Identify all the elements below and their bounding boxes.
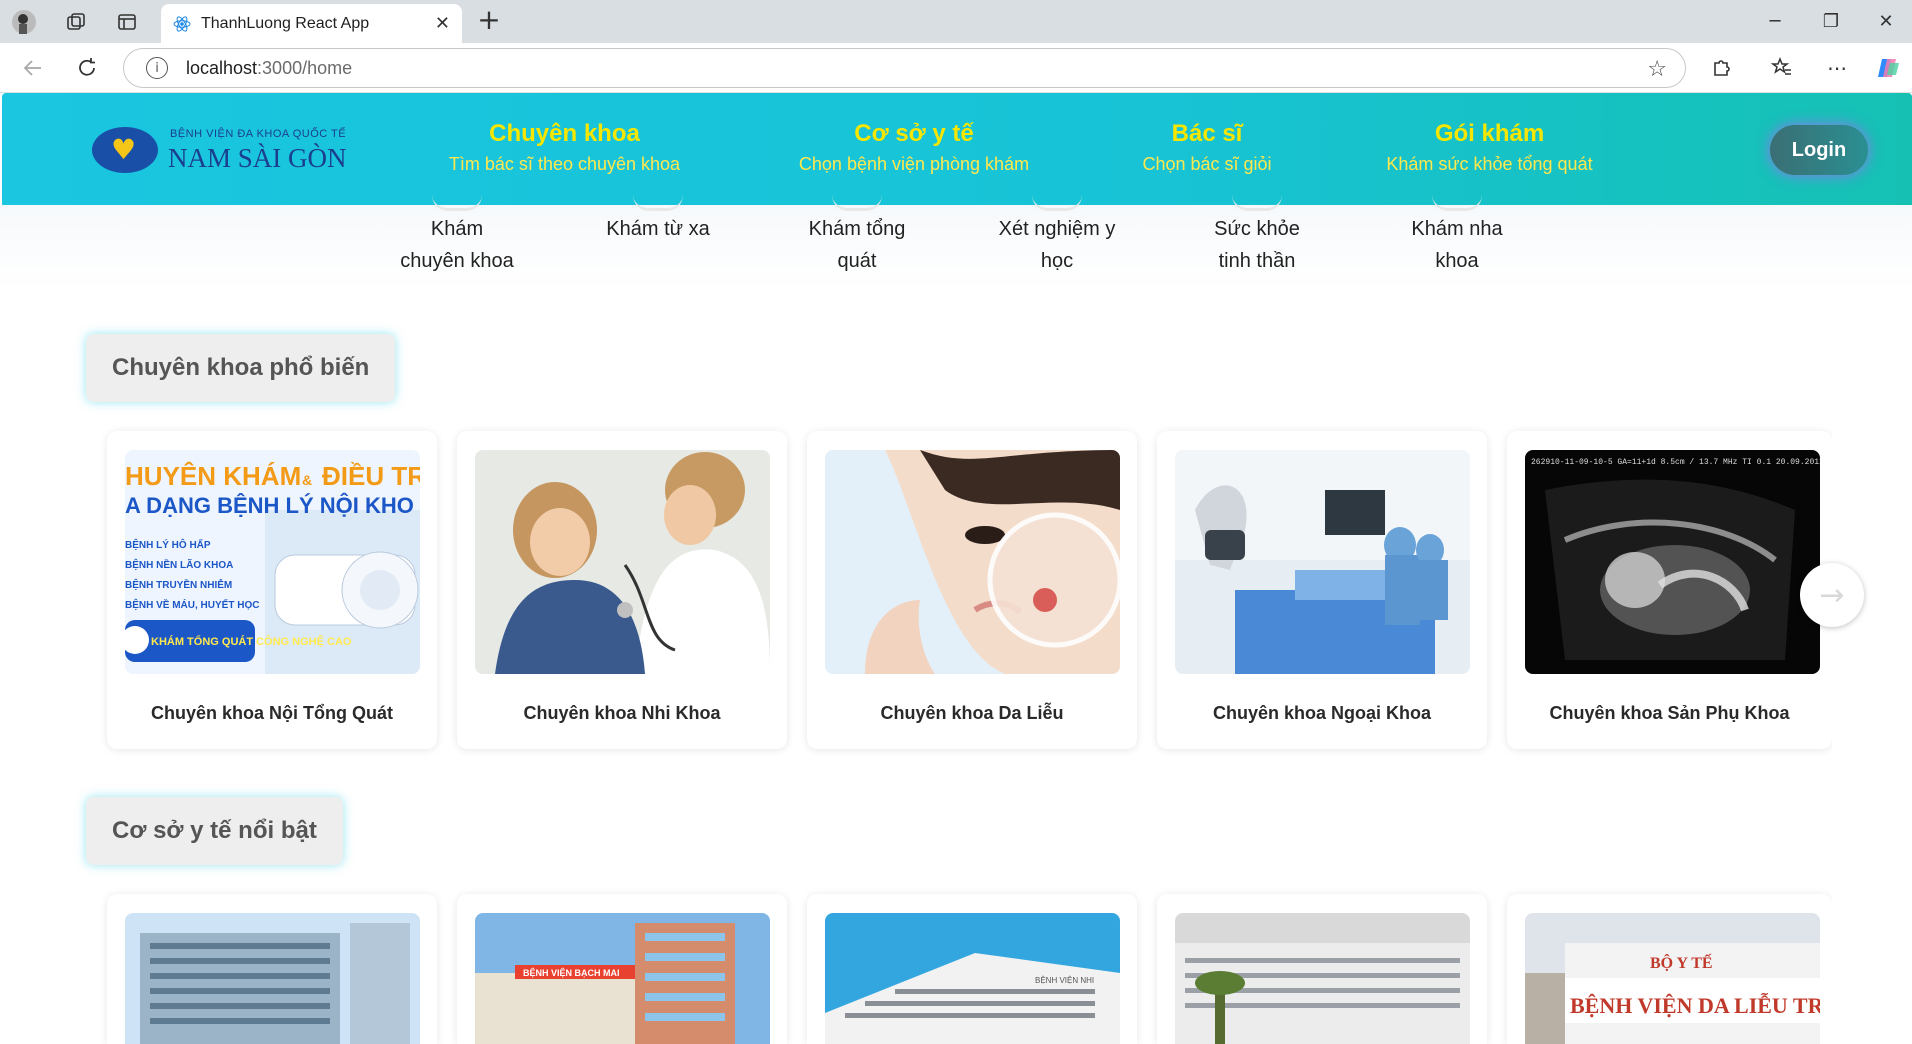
service-suc-khoe-tinh-than[interactable]: Sức khỏe tinh thần	[1177, 213, 1337, 277]
svg-text:BỆNH VỀ MÁU, HUYẾT HỌC: BỆNH VỀ MÁU, HUYẾT HỌC	[125, 598, 259, 611]
specialty-card[interactable]: Chuyên khoa Da Liễu	[807, 431, 1137, 749]
specialty-image-pediatrics	[475, 450, 770, 674]
login-button[interactable]: Login	[1770, 125, 1868, 175]
url-host: localhost	[186, 57, 258, 78]
close-window-icon[interactable]: ✕	[1866, 8, 1906, 34]
service-kham-tu-xa[interactable]: Khám từ xa	[578, 213, 738, 245]
minimize-icon[interactable]: ─	[1755, 8, 1795, 34]
new-tab-button[interactable]: +	[474, 6, 504, 36]
menu-title: Cơ sở y tế	[854, 120, 974, 147]
facility-image: BỆNH VIỆN BẠCH MAI	[475, 913, 770, 1044]
specialty-card[interactable]: Chuyên khoa Ngoại Khoa	[1157, 431, 1487, 749]
favorite-star-icon[interactable]: ☆	[1647, 57, 1667, 82]
svg-text:BỆNH VIỆN BẠCH MAI: BỆNH VIỆN BẠCH MAI	[523, 967, 620, 978]
profile-avatar-icon[interactable]	[10, 8, 38, 36]
service-icon	[1032, 195, 1082, 211]
logo-badge-icon: ♥	[92, 127, 158, 173]
facility-card[interactable]	[107, 894, 437, 1044]
services-strip: Khám chuyên khoa Khám từ xa Khám tổng quát…	[0, 205, 1912, 290]
browser-tab-bar: ThanhLuong React App ✕ + ─ ❐ ✕	[0, 0, 1912, 43]
svg-text:BỆNH VIỆN NHI: BỆNH VIỆN NHI	[1035, 976, 1094, 985]
react-icon	[173, 15, 191, 33]
facility-image	[1175, 913, 1470, 1044]
facility-image: BỘ Y TẾ BỆNH VIỆN DA LIỄU TRUNG ƯƠNG	[1525, 913, 1820, 1044]
specialty-image-dermatology	[825, 450, 1120, 674]
svg-text:ĐIỀU TR: ĐIỀU TR	[322, 461, 420, 491]
svg-text:HUYÊN KHÁM: HUYÊN KHÁM	[125, 461, 301, 491]
menu-title: Bác sĩ	[1171, 120, 1243, 147]
menu-subtitle: Khám sức khỏe tổng quát	[1386, 154, 1593, 174]
specialty-label: Chuyên khoa Sản Phụ Khoa	[1549, 703, 1790, 723]
facility-card[interactable]	[1157, 894, 1487, 1044]
service-icon	[633, 195, 683, 211]
service-kham-tong-quat[interactable]: Khám tổng quát	[777, 213, 937, 277]
service-icon	[832, 195, 882, 211]
facility-image	[125, 913, 420, 1044]
arrow-right-icon[interactable]: →	[1800, 563, 1864, 627]
menu-bac-si[interactable]: Bác sĩ Chọn bác sĩ giỏi	[1127, 120, 1287, 175]
address-bar: i localhost:3000/home ☆ ⋯	[0, 43, 1912, 93]
hospital-logo[interactable]: ♥ BỆNH VIỆN ĐA KHOA QUỐC TẾ NAM SÀI GÒN	[92, 123, 352, 178]
favorites-icon[interactable]	[1767, 53, 1797, 83]
menu-title: Chuyên khoa	[489, 120, 640, 147]
menu-chuyen-khoa[interactable]: Chuyên khoa Tìm bác sĩ theo chuyên khoa	[442, 120, 687, 175]
service-icon	[1432, 195, 1482, 211]
active-tab[interactable]: ThanhLuong React App ✕	[161, 4, 462, 43]
service-xet-nghiem[interactable]: Xét nghiệm y học	[977, 213, 1137, 277]
back-icon[interactable]	[18, 53, 48, 83]
section-title-specialties: Chuyên khoa phổ biến	[86, 334, 396, 402]
menu-subtitle: Chọn bác sĩ giỏi	[1142, 154, 1272, 174]
specialty-image-surgery	[1175, 450, 1470, 674]
copilot-icon[interactable]	[1874, 53, 1904, 83]
svg-text:KHÁM TỔNG QUÁT CÔNG NGHỆ CAO: KHÁM TỔNG QUÁT CÔNG NGHỆ CAO	[151, 635, 352, 648]
close-tab-icon[interactable]: ✕	[435, 13, 450, 34]
more-options-icon[interactable]: ⋯	[1822, 53, 1852, 83]
svg-text:&: &	[302, 472, 312, 488]
facility-image: BỆNH VIỆN NHI	[825, 913, 1120, 1044]
specialty-label: Chuyên khoa Nhi Khoa	[523, 703, 721, 723]
specialty-card[interactable]: Chuyên khoa Nhi Khoa	[457, 431, 787, 749]
menu-subtitle: Tìm bác sĩ theo chuyên khoa	[448, 154, 681, 174]
svg-text:BỆNH VIỆN DA LIỄU TRUNG ƯƠNG: BỆNH VIỆN DA LIỄU TRUNG ƯƠNG	[1570, 993, 1820, 1018]
svg-text:262910-11-09-10-5 GA=11+1d: 262910-11-09-10-5 GA=11+1d 8.5cm / 13.7 …	[1531, 458, 1820, 467]
section-title-facilities: Cơ sở y tế nổi bật	[86, 797, 343, 865]
facility-card[interactable]: BỆNH VIỆN BẠCH MAI	[457, 894, 787, 1044]
menu-subtitle: Chọn bệnh viện phòng khám	[798, 154, 1030, 174]
logo-subtitle: BỆNH VIỆN ĐA KHOA QUỐC TẾ	[170, 128, 347, 140]
svg-text:BỆNH NỀN LÃO KHOA: BỆNH NỀN LÃO KHOA	[125, 558, 233, 571]
extensions-icon[interactable]	[1706, 53, 1736, 83]
vertical-tabs-icon[interactable]	[113, 8, 141, 36]
workspaces-icon[interactable]	[62, 8, 90, 36]
service-kham-nha-khoa[interactable]: Khám nha khoa	[1377, 213, 1537, 277]
service-icon	[432, 195, 482, 211]
svg-text:BỘ Y TẾ: BỘ Y TẾ	[1650, 953, 1713, 972]
reload-icon[interactable]	[72, 53, 102, 83]
menu-co-so-y-te[interactable]: Cơ sở y tế Chọn bệnh viện phòng khám	[789, 120, 1039, 175]
site-info-icon[interactable]: i	[146, 57, 168, 79]
svg-text:BỆNH TRUYỀN NHIỄM: BỆNH TRUYỀN NHIỄM	[125, 578, 232, 591]
svg-text:BỆNH LÝ HÔ HẤP: BỆNH LÝ HÔ HẤP	[125, 538, 211, 551]
maximize-icon[interactable]: ❐	[1811, 8, 1851, 34]
specialty-image-obstetrics: 262910-11-09-10-5 GA=11+1d 8.5cm / 13.7 …	[1525, 450, 1820, 674]
specialty-label: Chuyên khoa Nội Tổng Quát	[151, 703, 393, 723]
menu-title: Gói khám	[1434, 120, 1545, 147]
specialty-card[interactable]: 262910-11-09-10-5 GA=11+1d 8.5cm / 13.7 …	[1507, 431, 1832, 749]
menu-goi-kham[interactable]: Gói khám Khám sức khỏe tổng quát	[1372, 120, 1607, 175]
url-path: :3000/home	[257, 57, 353, 78]
specialty-image-internal: HUYÊN KHÁM & ĐIỀU TR A DẠNG BỆNH LÝ NỘI …	[125, 450, 420, 674]
site-header: ♥ BỆNH VIỆN ĐA KHOA QUỐC TẾ NAM SÀI GÒN …	[2, 93, 1912, 205]
specialty-label: Chuyên khoa Da Liễu	[880, 703, 1064, 723]
tab-title: ThanhLuong React App	[201, 14, 370, 32]
logo-title: NAM SÀI GÒN	[168, 143, 347, 173]
url-input[interactable]: i localhost:3000/home ☆	[123, 48, 1686, 88]
specialty-card[interactable]: HUYÊN KHÁM & ĐIỀU TR A DẠNG BỆNH LÝ NỘI …	[107, 431, 437, 749]
specialty-label: Chuyên khoa Ngoại Khoa	[1212, 703, 1432, 723]
service-icon	[1232, 195, 1282, 211]
facility-card[interactable]: BỘ Y TẾ BỆNH VIỆN DA LIỄU TRUNG ƯƠNG	[1507, 894, 1832, 1044]
facility-card[interactable]: BỆNH VIỆN NHI	[807, 894, 1137, 1044]
svg-text:A DẠNG BỆNH LÝ NỘI KHO: A DẠNG BỆNH LÝ NỘI KHO	[125, 493, 414, 518]
service-kham-chuyen-khoa[interactable]: Khám chuyên khoa	[377, 213, 537, 277]
